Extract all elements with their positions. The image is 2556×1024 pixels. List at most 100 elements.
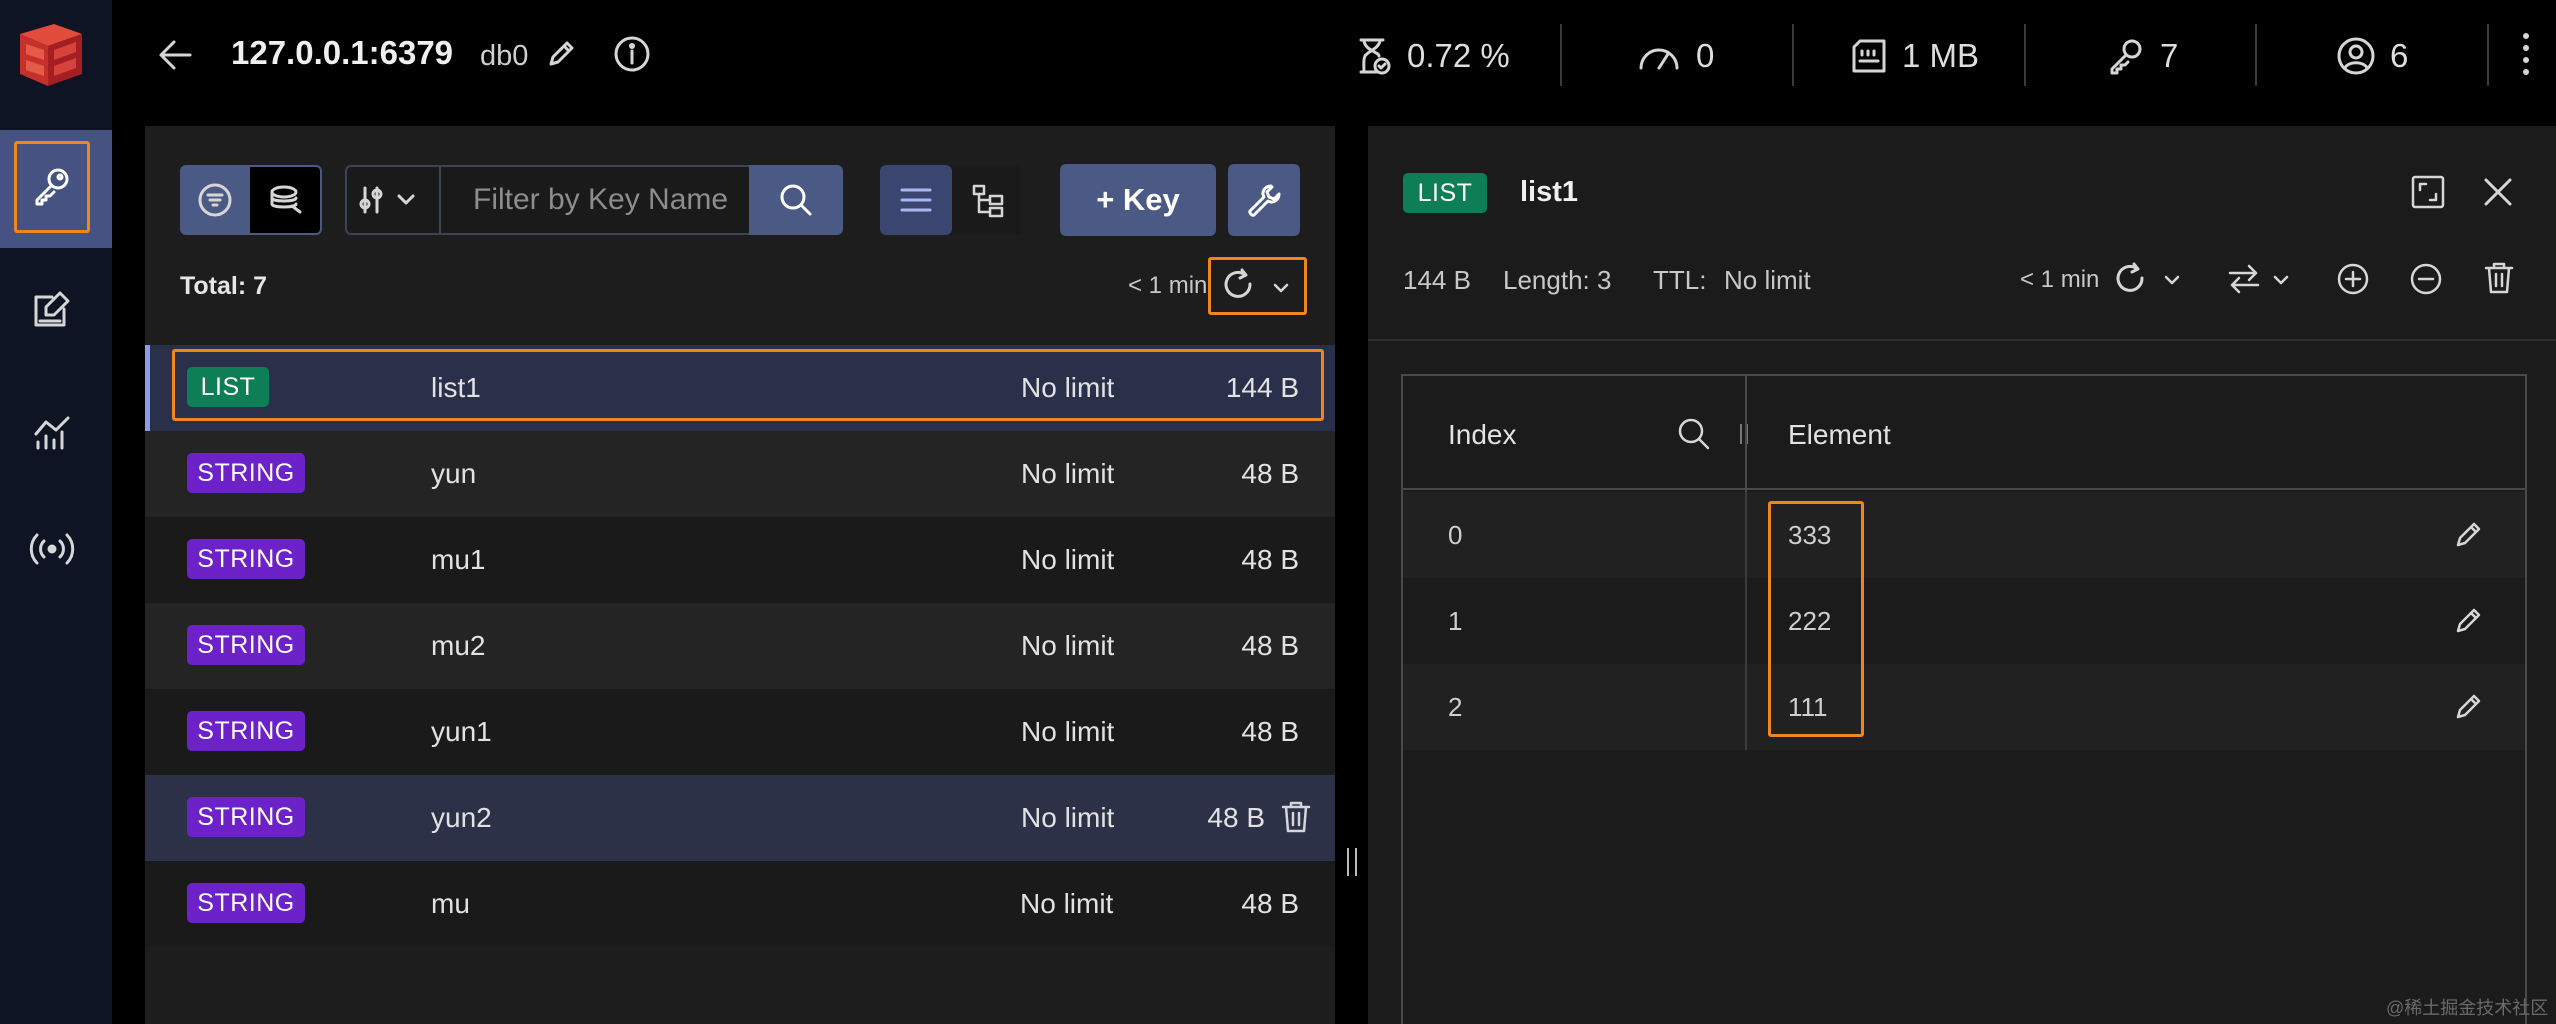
key-ttl: No limit <box>1021 802 1115 833</box>
wrench-icon <box>1245 182 1283 220</box>
stat-ops-value: 0 <box>1696 37 1715 74</box>
key-ttl: No limit <box>1021 544 1115 575</box>
pencil-icon <box>2456 522 2481 547</box>
detail-size: 144 B <box>1403 265 1471 295</box>
selected-indicator <box>145 345 150 431</box>
key-row[interactable]: STRING mu No limit 48 B <box>145 861 1335 947</box>
vector-search-icon <box>266 182 306 218</box>
detail-ttl-label: TTL: <box>1653 265 1707 295</box>
divider <box>2255 24 2257 86</box>
edit-element-button[interactable] <box>2453 690 2485 722</box>
redis-logo[interactable] <box>14 20 88 94</box>
type-badge: STRING <box>187 453 305 493</box>
key-name: yun2 <box>431 802 492 833</box>
table-header <box>1403 376 2525 490</box>
memory-icon <box>1852 39 1886 73</box>
filter-key-input[interactable] <box>441 165 749 235</box>
trash-icon <box>1281 801 1311 833</box>
back-button[interactable] <box>154 34 196 76</box>
details-divider <box>1368 339 2556 341</box>
column-header-index: Index <box>1448 419 1517 450</box>
edit-document-icon <box>34 291 70 327</box>
key-icon <box>2110 39 2142 75</box>
remove-element-button[interactable] <box>2409 262 2443 296</box>
nav-item-pubsub[interactable] <box>28 527 76 571</box>
hourglass-icon <box>1359 38 1391 75</box>
db-label: db0 <box>480 40 529 72</box>
list-icon <box>898 184 934 216</box>
refresh-icon <box>2116 262 2144 292</box>
arrow-left-icon <box>159 40 192 70</box>
info-button[interactable] <box>613 35 651 73</box>
refresh-options-chevron[interactable] <box>1272 282 1290 294</box>
panel-resize-handle[interactable] <box>1347 848 1357 876</box>
search-icon <box>778 182 814 218</box>
type-badge: STRING <box>187 797 305 837</box>
type-badge: STRING <box>187 539 305 579</box>
stat-keys: 7 <box>2106 30 2178 82</box>
stat-memory-value: 1 MB <box>1902 37 1980 74</box>
column-header-element: Element <box>1788 419 1891 450</box>
close-details-button[interactable] <box>2482 176 2514 208</box>
format-options-chevron[interactable] <box>2272 274 2290 286</box>
plus-circle-icon <box>2337 263 2369 295</box>
analytics-icon <box>34 416 70 450</box>
tree-icon <box>970 182 1006 218</box>
nav-item-workbench[interactable] <box>30 287 74 331</box>
stat-clients-value: 6 <box>2390 37 2409 74</box>
edit-db-button[interactable] <box>545 38 577 70</box>
add-element-button[interactable] <box>2336 262 2370 296</box>
add-key-label: + Key <box>1096 182 1180 217</box>
detail-refresh-button[interactable] <box>2114 262 2148 296</box>
key-row[interactable]: STRING mu2 No limit 48 B <box>145 603 1335 689</box>
delete-key-button[interactable] <box>1279 799 1313 835</box>
kebab-icon <box>2523 33 2529 75</box>
list-index: 0 <box>1448 519 1463 550</box>
broadcast-icon <box>29 533 75 565</box>
key-ttl: No limit <box>1021 716 1115 747</box>
edit-element-button[interactable] <box>2453 604 2485 636</box>
detail-refresh-options[interactable] <box>2163 274 2181 286</box>
add-key-button[interactable]: + Key <box>1060 164 1216 236</box>
swap-icon <box>2228 264 2260 294</box>
key-row[interactable]: STRING yun1 No limit 48 B <box>145 689 1335 775</box>
key-ttl: No limit <box>1021 458 1115 489</box>
key-size: 48 B <box>1241 630 1299 661</box>
list-index: 1 <box>1448 605 1463 636</box>
stat-cpu-value: 0.72 % <box>1407 37 1510 74</box>
type-badge: STRING <box>187 711 305 751</box>
top-bar <box>112 0 2556 112</box>
detail-length: Length: 3 <box>1503 265 1612 295</box>
sliders-icon <box>357 184 387 216</box>
gauge-icon <box>1639 48 1679 70</box>
delete-detail-key-button[interactable] <box>2482 260 2516 296</box>
detail-type-badge: LIST <box>1403 173 1487 213</box>
divider <box>1792 24 1794 86</box>
refresh-button[interactable] <box>1222 268 1256 302</box>
key-name: yun1 <box>431 716 492 747</box>
format-switch-button[interactable] <box>2226 262 2262 296</box>
list-row: 2 111 <box>1403 664 2525 750</box>
key-size: 48 B <box>1241 888 1299 919</box>
key-ttl: No limit <box>1021 630 1115 661</box>
host-title: 127.0.0.1:6379 <box>231 34 454 71</box>
key-row[interactable]: STRING yun No limit 48 B <box>145 431 1335 517</box>
index-search-button[interactable] <box>1676 416 1712 452</box>
key-size: 48 B <box>1241 716 1299 747</box>
refresh-icon <box>1224 268 1252 298</box>
edit-element-button[interactable] <box>2453 518 2485 550</box>
key-name: mu <box>431 888 470 919</box>
key-row[interactable]: STRING yun2 No limit 48 B <box>145 775 1335 861</box>
detail-refresh-label: < 1 min <box>2020 266 2100 293</box>
key-row[interactable]: STRING mu1 No limit 48 B <box>145 517 1335 603</box>
key-name: mu2 <box>431 630 486 661</box>
nav-item-analysis[interactable] <box>30 410 74 454</box>
detail-ttl-value[interactable]: No limit <box>1724 265 1811 296</box>
stat-keys-value: 7 <box>2160 37 2179 74</box>
expand-icon <box>2411 175 2445 209</box>
more-menu-button[interactable] <box>2520 30 2532 80</box>
detail-key-name[interactable]: list1 <box>1520 176 1578 209</box>
type-badge: STRING <box>187 883 305 923</box>
fullscreen-button[interactable] <box>2410 174 2446 210</box>
info-icon <box>614 36 650 72</box>
